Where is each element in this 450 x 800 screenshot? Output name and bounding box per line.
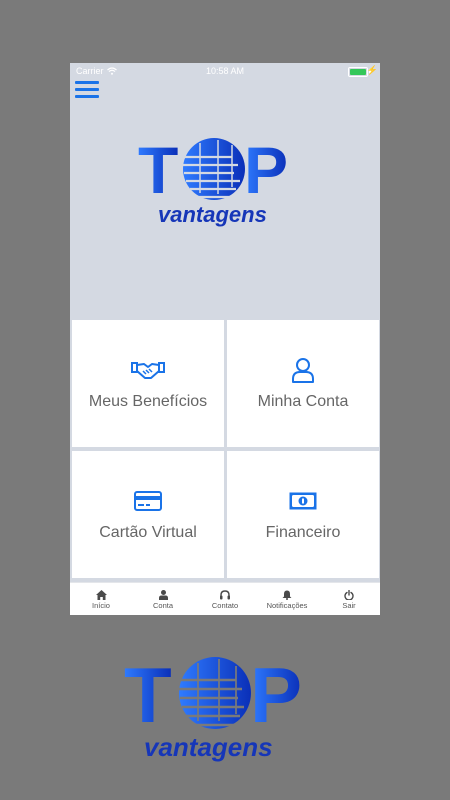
charging-icon: ⚡	[366, 65, 378, 75]
top-vantagens-logo: T P vantagens	[138, 133, 288, 227]
bottom-tab-bar: Início Conta Contato Notificações Sair	[70, 582, 380, 615]
tab-label: Início	[92, 601, 110, 610]
globe-icon	[182, 138, 245, 200]
tile-label: Financeiro	[265, 523, 341, 541]
battery-icon	[348, 67, 368, 77]
tile-financeiro[interactable]: Financeiro	[227, 451, 379, 578]
tile-label: Meus Benefícios	[88, 392, 208, 410]
top-vantagens-logo-large: T P vantagens	[124, 651, 302, 762]
logo-tagline: vantagens	[158, 202, 267, 227]
globe-icon	[178, 657, 251, 729]
app-screen: Carrier 10:58 AM ⚡ T P vantagens Meus Be…	[70, 63, 380, 615]
tab-inicio[interactable]: Início	[70, 583, 132, 615]
tile-minha-conta[interactable]: Minha Conta	[227, 320, 379, 447]
power-icon	[344, 589, 354, 600]
tab-notificacoes[interactable]: Notificações	[256, 583, 318, 615]
logo-letter-t: T	[124, 651, 172, 739]
home-icon	[95, 589, 107, 600]
clock: 10:58 AM	[205, 66, 245, 76]
hamburger-menu-icon[interactable]	[75, 81, 99, 101]
logo-letter-p: P	[250, 651, 302, 739]
tab-label: Contato	[211, 601, 239, 610]
tab-conta[interactable]: Conta	[132, 583, 194, 615]
tab-sair[interactable]: Sair	[318, 583, 380, 615]
tile-cartao-virtual[interactable]: Cartão Virtual	[72, 451, 224, 578]
tab-label: Conta	[152, 601, 173, 610]
logo-tagline: vantagens	[144, 732, 273, 762]
bell-icon	[282, 589, 292, 600]
tile-meus-beneficios[interactable]: Meus Benefícios	[72, 320, 224, 447]
tile-label: Minha Conta	[257, 392, 349, 410]
tab-contato[interactable]: Contato	[194, 583, 256, 615]
tab-label: Sair	[342, 601, 356, 610]
headset-icon	[220, 589, 230, 600]
credit-card-icon	[134, 488, 162, 514]
handshake-icon	[131, 357, 165, 383]
tab-label: Notificações	[266, 601, 308, 610]
user-icon	[291, 357, 315, 383]
tile-label: Cartão Virtual	[99, 523, 197, 541]
logo-letter-t: T	[138, 133, 178, 207]
person-icon	[158, 589, 168, 600]
money-icon	[289, 488, 317, 514]
logo-letter-p: P	[244, 133, 288, 207]
status-bar: Carrier 10:58 AM ⚡	[70, 63, 380, 79]
